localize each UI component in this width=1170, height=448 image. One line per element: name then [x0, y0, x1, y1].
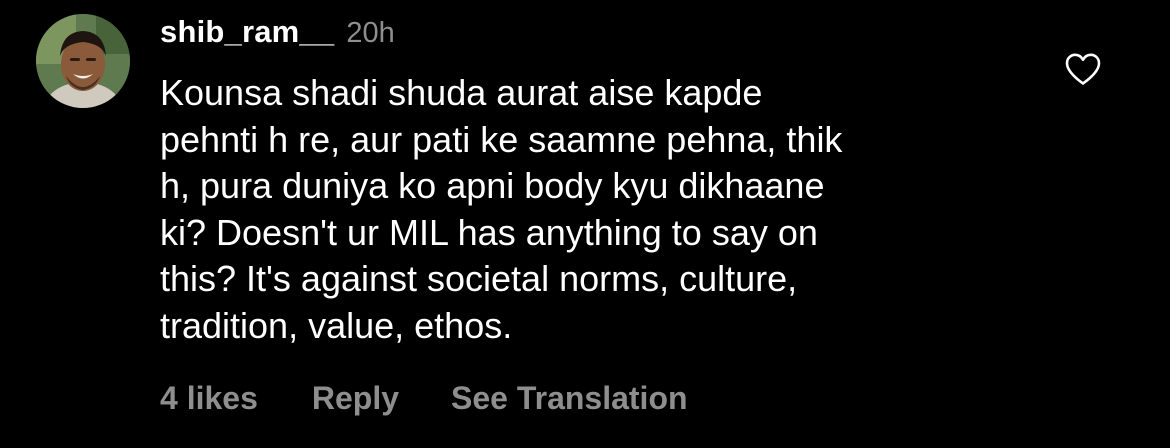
comment: shib_ram__ 20h Kounsa shadi shuda aurat …: [0, 0, 1170, 448]
see-translation-button[interactable]: See Translation: [451, 380, 688, 417]
comment-header: shib_ram__ 20h: [160, 14, 395, 54]
comment-text-line: h, pura duniya ko apni body kyu dikhaane: [160, 165, 825, 206]
comment-text-line: Kounsa shadi shuda aurat aise kapde: [160, 72, 763, 113]
comment-text-line: ki? Doesn't ur MIL has anything to say o…: [160, 211, 818, 253]
comment-actions: 4 likes Reply See Translation: [160, 380, 688, 417]
avatar-image: [36, 14, 130, 108]
likes-count-link[interactable]: 4 likes: [160, 380, 258, 417]
comment-text-line: this? It's against societal norms, cultu…: [160, 258, 798, 299]
user-avatar[interactable]: [36, 14, 130, 108]
comment-text-line: tradition, value, ethos.: [160, 304, 513, 346]
comment-text-line: pehnti h re, aur pati ke saamne pehna, t…: [160, 118, 843, 160]
username-link[interactable]: shib_ram__: [160, 14, 334, 50]
heart-outline-icon[interactable]: [1064, 52, 1102, 86]
comment-timestamp: 20h: [346, 17, 395, 49]
comment-text: Kounsa shadi shuda aurat aise kapde pehn…: [160, 70, 1020, 349]
reply-button[interactable]: Reply: [312, 380, 399, 417]
